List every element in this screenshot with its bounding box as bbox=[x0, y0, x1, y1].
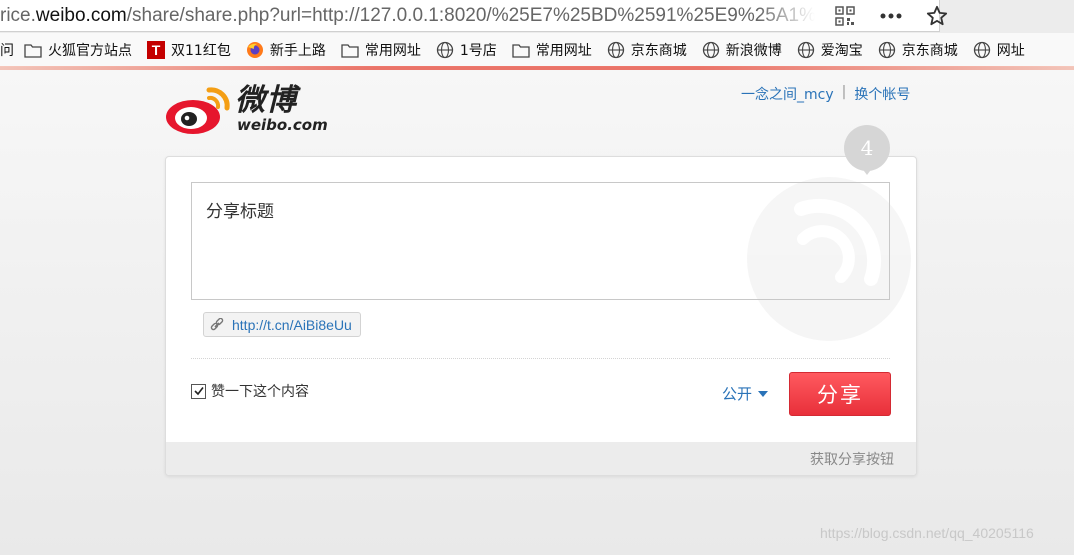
bookmark-item[interactable]: 爱淘宝 bbox=[797, 40, 863, 60]
bookmark-item[interactable]: 问 bbox=[0, 40, 14, 60]
svg-text:T: T bbox=[152, 42, 161, 58]
weibo-share-page: 微博 weibo.com 一念之间_mcy | 换个帐号 4 分享标题 http… bbox=[0, 70, 1074, 555]
firefox-icon bbox=[246, 41, 264, 59]
csdn-watermark: https://blog.csdn.net/qq_40205116 bbox=[820, 525, 1034, 541]
link-icon bbox=[210, 317, 224, 330]
bookmark-label: 京东商城 bbox=[630, 43, 687, 59]
bookmark-item[interactable]: 京东商城 bbox=[607, 40, 687, 60]
url-path: /share/share.php?url=http://127.0.0.1:80… bbox=[126, 4, 815, 26]
bookmark-item[interactable]: 新浪微博 bbox=[702, 40, 782, 60]
url-prefix: rice. bbox=[0, 4, 36, 26]
short-url-text: http://t.cn/AiBi8eUu bbox=[232, 316, 352, 333]
folder-icon bbox=[512, 41, 530, 59]
weibo-logo[interactable]: 微博 weibo.com bbox=[165, 84, 328, 136]
globe-icon bbox=[878, 41, 896, 59]
bookmark-item[interactable]: 新手上路 bbox=[246, 40, 326, 60]
bookmark-item[interactable]: 网址 bbox=[973, 40, 1025, 60]
bookmark-item[interactable]: 常用网址 bbox=[512, 40, 592, 60]
globe-icon bbox=[607, 41, 625, 59]
url-text[interactable]: rice.weibo.com/share/share.php?url=http:… bbox=[0, 5, 815, 27]
logo-chinese-text: 微博 bbox=[235, 83, 297, 118]
bookmark-label: 网址 bbox=[996, 43, 1025, 59]
short-url-tag[interactable]: http://t.cn/AiBi8eUu bbox=[203, 312, 361, 337]
get-share-button-link[interactable]: 获取分享按钮 bbox=[810, 449, 894, 469]
chevron-down-icon bbox=[758, 390, 769, 397]
checkmark-icon bbox=[193, 387, 204, 396]
bookmark-item[interactable]: 京东商城 bbox=[878, 40, 958, 60]
like-option[interactable]: 赞一下这个内容 bbox=[191, 381, 309, 401]
switch-account-link[interactable]: 换个帐号 bbox=[854, 84, 910, 104]
privacy-dropdown[interactable]: 公开 bbox=[722, 383, 769, 404]
share-text-input[interactable]: 分享标题 bbox=[191, 182, 890, 300]
account-links: 一念之间_mcy | 换个帐号 bbox=[741, 84, 910, 104]
card-footer: 获取分享按钮 bbox=[166, 442, 916, 475]
folder-icon bbox=[24, 41, 42, 59]
weibo-eye-icon bbox=[166, 87, 230, 134]
globe-icon bbox=[436, 41, 454, 59]
bookmark-label: 双11红包 bbox=[171, 43, 231, 59]
bookmark-label: 新手上路 bbox=[269, 43, 326, 59]
bookmark-label: 常用网址 bbox=[535, 43, 592, 59]
url-bar[interactable]: rice.weibo.com/share/share.php?url=http:… bbox=[0, 0, 948, 32]
bookmark-label: 火狐官方站点 bbox=[48, 43, 132, 59]
account-separator: | bbox=[841, 84, 847, 100]
bookmark-label: 爱淘宝 bbox=[820, 43, 863, 59]
logo-english-text: weibo.com bbox=[237, 116, 328, 134]
like-checkbox[interactable] bbox=[191, 383, 206, 399]
bookmark-label: 常用网址 bbox=[364, 43, 421, 59]
card-divider bbox=[191, 358, 890, 359]
folder-icon bbox=[341, 41, 359, 59]
globe-icon bbox=[702, 41, 720, 59]
bookmark-item[interactable]: T 双11红包 bbox=[147, 40, 231, 60]
bookmarks-toolbar: 问 火狐官方站点 T 双11红包 新手上路 常用网址 1号店 常用网址 京东商城 … bbox=[0, 33, 1074, 67]
bookmark-label: 京东商城 bbox=[901, 43, 958, 59]
char-count-bubble: 4 bbox=[844, 125, 890, 175]
globe-icon bbox=[797, 41, 815, 59]
globe-icon bbox=[973, 41, 991, 59]
bookmark-label: 问 bbox=[0, 43, 14, 59]
bookmark-item[interactable]: 火狐官方站点 bbox=[24, 40, 132, 60]
share-card: 分享标题 http://t.cn/AiBi8eUu 赞一下这个内容 公开 分享 … bbox=[165, 156, 917, 476]
share-button[interactable]: 分享 bbox=[789, 372, 891, 416]
username-link[interactable]: 一念之间_mcy bbox=[741, 84, 834, 104]
privacy-label: 公开 bbox=[722, 385, 753, 403]
bookmark-item[interactable]: 1号店 bbox=[436, 40, 497, 60]
bookmark-star-icon[interactable] bbox=[924, 3, 950, 29]
bookmark-label: 新浪微博 bbox=[725, 43, 782, 59]
like-label: 赞一下这个内容 bbox=[211, 384, 309, 400]
more-options-icon[interactable] bbox=[878, 3, 904, 29]
bookmark-label: 1号店 bbox=[459, 43, 497, 59]
bookmark-item[interactable]: 常用网址 bbox=[341, 40, 421, 60]
qr-code-icon[interactable] bbox=[832, 3, 858, 29]
url-host: weibo.com bbox=[35, 4, 127, 26]
tmall-icon: T bbox=[147, 41, 165, 59]
